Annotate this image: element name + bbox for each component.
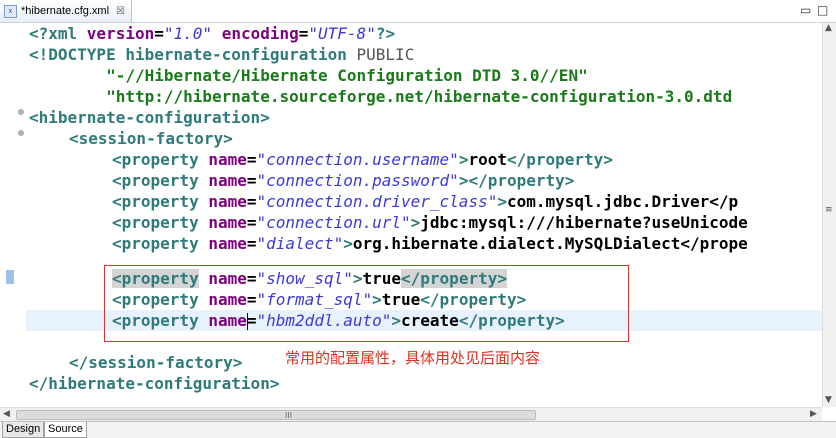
tab-title: *hibernate.cfg.xml <box>21 5 110 17</box>
scroll-down-icon[interactable]: ▼ <box>825 395 832 405</box>
horizontal-scrollbar[interactable]: ◀ III ▶ <box>0 407 822 422</box>
annotation-box <box>104 265 629 342</box>
editor-tab-bar: x *hibernate.cfg.xml ☒ ▭ □ <box>0 0 836 23</box>
code-line-3: "-//Hibernate/Hibernate Configuration DT… <box>29 66 588 85</box>
annotation-note: 常用的配置属性，具体用处见后面内容 <box>285 349 541 367</box>
horizontal-scroll-thumb[interactable]: III <box>16 410 536 420</box>
code-line-property: <property name="connection.driver_class"… <box>112 192 739 211</box>
code-line-property: <property name="dialect">org.hibernate.d… <box>112 234 748 253</box>
code-line-5: <hibernate-configuration> <box>29 108 270 127</box>
fold-marker-icon[interactable] <box>18 109 24 115</box>
code-line-property: <property name="connection.url">jdbc:mys… <box>112 213 748 232</box>
scroll-right-icon[interactable]: ▶ <box>810 409 817 419</box>
code-line-4: "http://hibernate.sourceforge.net/hibern… <box>29 87 733 106</box>
fold-marker-icon[interactable] <box>18 130 24 136</box>
code-line-property: <property name="connection.username">roo… <box>112 150 613 169</box>
scroll-left-icon[interactable]: ◀ <box>3 409 10 419</box>
scroll-grip-icon: III <box>285 411 293 420</box>
scroll-grip-icon[interactable]: ≡ <box>825 205 833 215</box>
tab-source[interactable]: Source <box>44 422 87 438</box>
vertical-scrollbar[interactable]: ▲ ≡ ▼ <box>822 23 836 407</box>
scroll-up-icon[interactable]: ▲ <box>825 23 832 33</box>
code-line-6: <session-factory> <box>69 129 233 148</box>
tab-design[interactable]: Design <box>2 422 45 438</box>
close-icon[interactable]: ☒ <box>116 6 125 17</box>
code-line-end-session-factory: </session-factory> <box>69 353 243 372</box>
maximize-icon[interactable]: □ <box>817 3 828 17</box>
code-line-2: <!DOCTYPE hibernate-configuration PUBLIC <box>29 45 415 64</box>
code-line-end-hibernate-config: </hibernate-configuration> <box>29 374 280 393</box>
editor-mode-tabs: Design Source <box>0 421 836 438</box>
tab-hibernate-cfg[interactable]: x *hibernate.cfg.xml ☒ <box>0 0 133 22</box>
xml-file-icon: x <box>4 4 17 18</box>
code-line-1: <?xml version="1.0" encoding="UTF-8"?> <box>29 24 396 43</box>
minimize-icon[interactable]: ▭ <box>800 3 811 17</box>
code-line-property: <property name="connection.password"></p… <box>112 171 575 190</box>
